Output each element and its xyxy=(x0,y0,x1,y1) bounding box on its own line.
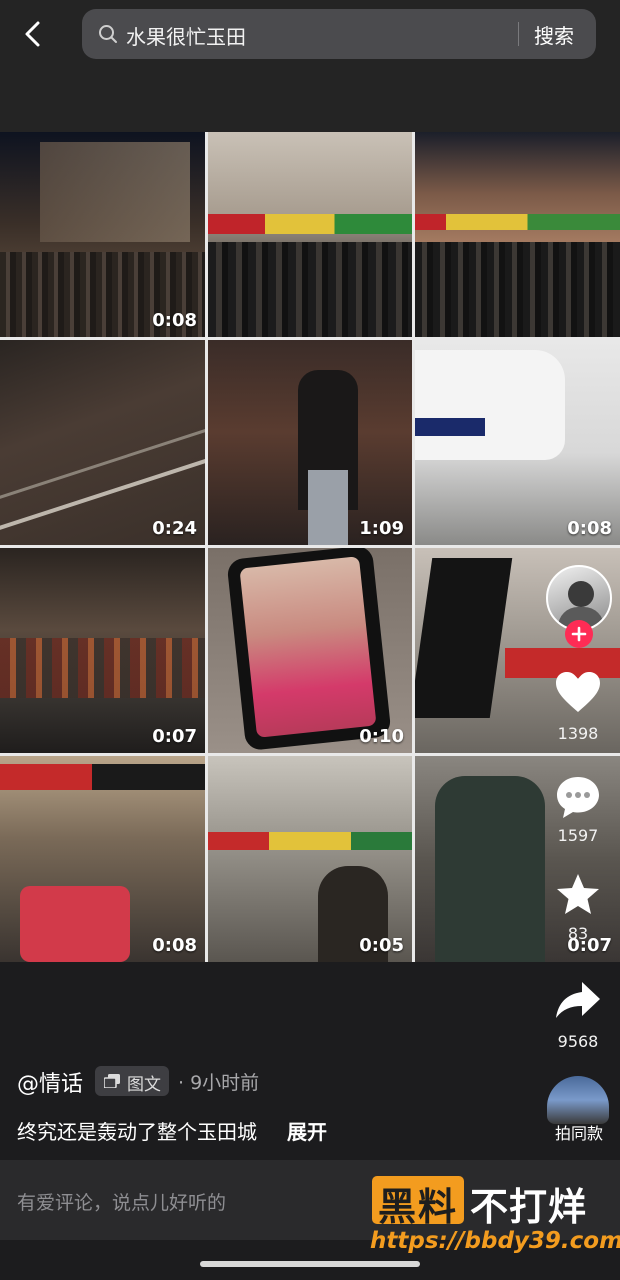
top-bar: 水果很忙玉田 搜索 xyxy=(0,0,620,132)
video-duration: 0:08 xyxy=(152,310,197,331)
share-action[interactable]: 9568 xyxy=(540,980,616,1051)
grid-tile[interactable]: 0:08 xyxy=(0,756,205,962)
search-bar[interactable]: 水果很忙玉田 搜索 xyxy=(82,9,596,59)
grid-tile[interactable]: 0:24 xyxy=(0,340,205,545)
video-duration: 0:08 xyxy=(152,935,197,956)
comment-action[interactable]: 1597 xyxy=(540,774,616,845)
watermark-url: https://bbdy39.com xyxy=(370,1228,620,1254)
favorite-action[interactable]: 83 xyxy=(540,872,616,943)
comment-icon xyxy=(557,777,599,818)
chevron-left-icon[interactable] xyxy=(18,18,50,50)
media-grid: 0:08 0:24 1:09 0:08 0:07 0:10 0:08 0:05 … xyxy=(0,132,620,962)
author-name[interactable]: @情话 xyxy=(17,1066,83,1098)
like-action[interactable]: 1398 xyxy=(540,670,616,743)
star-icon xyxy=(557,874,599,914)
grid-tile[interactable]: 0:08 xyxy=(415,340,620,545)
comment-input[interactable]: 有爱评论，说点儿好听的 xyxy=(17,1188,226,1215)
grid-tile[interactable] xyxy=(415,132,620,337)
watermark-brand: 黑料 xyxy=(378,1185,459,1229)
plus-icon xyxy=(571,626,587,642)
images-icon xyxy=(104,1074,120,1088)
video-duration: 0:05 xyxy=(359,935,404,956)
post-type-tag: 图文 xyxy=(95,1066,169,1096)
share-count: 9568 xyxy=(557,1032,599,1051)
search-input[interactable]: 水果很忙玉田 xyxy=(126,21,246,50)
post-time: · 9小时前 xyxy=(178,1072,260,1094)
post-caption: 终究还是轰动了整个玉田城 xyxy=(17,1120,257,1144)
video-duration: 1:09 xyxy=(359,518,404,539)
search-divider xyxy=(518,22,519,46)
grid-tile[interactable]: 1:09 xyxy=(208,340,412,545)
search-icon xyxy=(99,25,117,43)
watermark-logo: 黑料 不打烊 https://bbdy39.com xyxy=(370,1174,620,1264)
follow-button[interactable] xyxy=(565,620,593,648)
expand-button[interactable]: 展开 xyxy=(287,1116,327,1145)
share-arrow-icon xyxy=(556,982,600,1018)
home-indicator xyxy=(200,1261,420,1267)
grid-tile[interactable]: 0:07 xyxy=(0,548,205,753)
video-duration: 0:07 xyxy=(152,726,197,747)
post-type-label: 图文 xyxy=(127,1075,161,1095)
comment-count: 1597 xyxy=(557,826,599,845)
favorite-count: 83 xyxy=(567,924,589,943)
heart-icon xyxy=(556,672,600,712)
video-duration: 0:24 xyxy=(152,518,197,539)
same-style-thumbnail xyxy=(547,1076,609,1124)
search-button[interactable]: 搜索 xyxy=(534,20,574,49)
same-style-button[interactable]: 拍同款 xyxy=(544,1076,614,1146)
grid-tile[interactable] xyxy=(208,132,412,337)
video-duration: 0:10 xyxy=(359,726,404,747)
video-duration: 0:08 xyxy=(567,518,612,539)
like-count: 1398 xyxy=(557,724,599,743)
grid-tile[interactable]: 0:05 xyxy=(208,756,412,962)
watermark-slogan: 不打烊 xyxy=(470,1185,588,1229)
grid-tile[interactable]: 0:08 xyxy=(0,132,205,337)
same-style-label: 拍同款 xyxy=(554,1124,603,1143)
grid-tile[interactable]: 0:10 xyxy=(208,548,412,753)
